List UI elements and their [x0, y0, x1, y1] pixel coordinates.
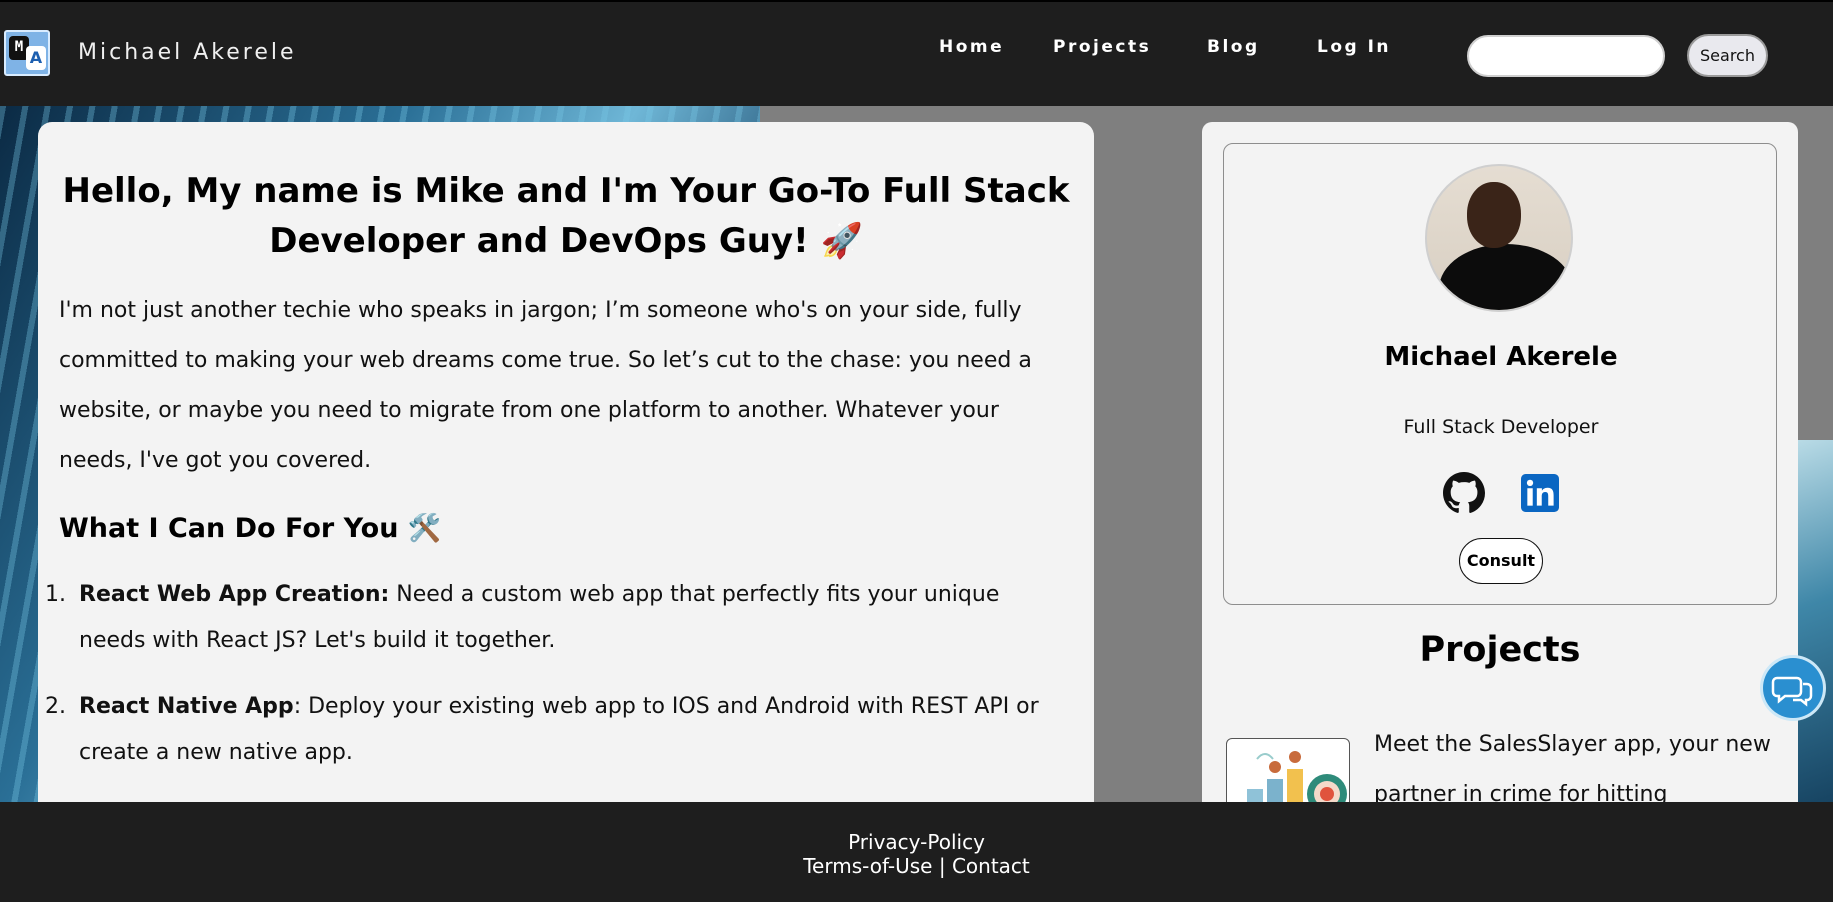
footer-line-1: Privacy-Policy	[0, 830, 1833, 854]
search-input[interactable]	[1467, 35, 1665, 77]
list-item: 1. React Web App Creation: Need a custom …	[45, 572, 1069, 664]
nav-home[interactable]: Home	[939, 37, 1004, 57]
list-number: 1.	[45, 582, 66, 607]
footer-line-2: Terms-of-Use | Contact	[0, 854, 1833, 878]
logo-letter-a: A	[26, 46, 46, 70]
github-icon[interactable]	[1443, 472, 1485, 514]
service-title: React Web App Creation:	[79, 582, 390, 607]
brand-name[interactable]: Michael Akerele	[78, 40, 297, 65]
privacy-policy-link[interactable]: Privacy-Policy	[848, 830, 985, 854]
avatar-head	[1467, 182, 1521, 248]
chat-button[interactable]	[1763, 658, 1823, 718]
service-title: React Native App	[79, 694, 294, 719]
footer-separator: |	[932, 854, 952, 878]
profile-name: Michael Akerele	[1384, 342, 1618, 372]
terms-of-use-link[interactable]: Terms-of-Use	[803, 854, 932, 878]
avatar-body	[1439, 244, 1571, 310]
nav-log-in[interactable]: Log In	[1317, 37, 1391, 57]
projects-heading: Projects	[1419, 630, 1581, 670]
page-title: Hello, My name is Mike and I'm Your Go-T…	[62, 171, 1070, 261]
search-button[interactable]: Search	[1687, 34, 1768, 77]
nav-blog[interactable]: Blog	[1207, 37, 1260, 57]
consult-button[interactable]: Consult	[1459, 538, 1543, 584]
contact-link[interactable]: Contact	[952, 854, 1030, 878]
site-logo[interactable]: M A	[4, 30, 50, 76]
background-image-right	[1797, 440, 1833, 802]
site-header: M A Michael Akerele Home Projects Blog L…	[0, 0, 1833, 106]
linkedin-icon[interactable]	[1521, 474, 1559, 512]
intro-paragraph: I'm not just another techie who speaks i…	[59, 298, 1032, 473]
sidebar: Michael Akerele Full Stack Developer Con…	[1202, 122, 1798, 822]
nav-projects[interactable]: Projects	[1053, 37, 1151, 57]
profile-card: Michael Akerele Full Stack Developer Con…	[1223, 143, 1777, 605]
site-footer: Privacy-Policy Terms-of-Use | Contact	[0, 802, 1833, 902]
intro-card: Hello, My name is Mike and I'm Your Go-T…	[38, 122, 1094, 822]
services-list: 1. React Web App Creation: Need a custom …	[45, 572, 1069, 796]
avatar	[1425, 164, 1573, 312]
profile-role: Full Stack Developer	[1403, 416, 1599, 438]
list-item: 2. React Native App: Deploy your existing…	[45, 684, 1069, 776]
list-number: 2.	[45, 694, 66, 719]
chat-icon	[1771, 676, 1813, 707]
services-heading: What I Can Do For You 🛠️	[59, 513, 442, 544]
